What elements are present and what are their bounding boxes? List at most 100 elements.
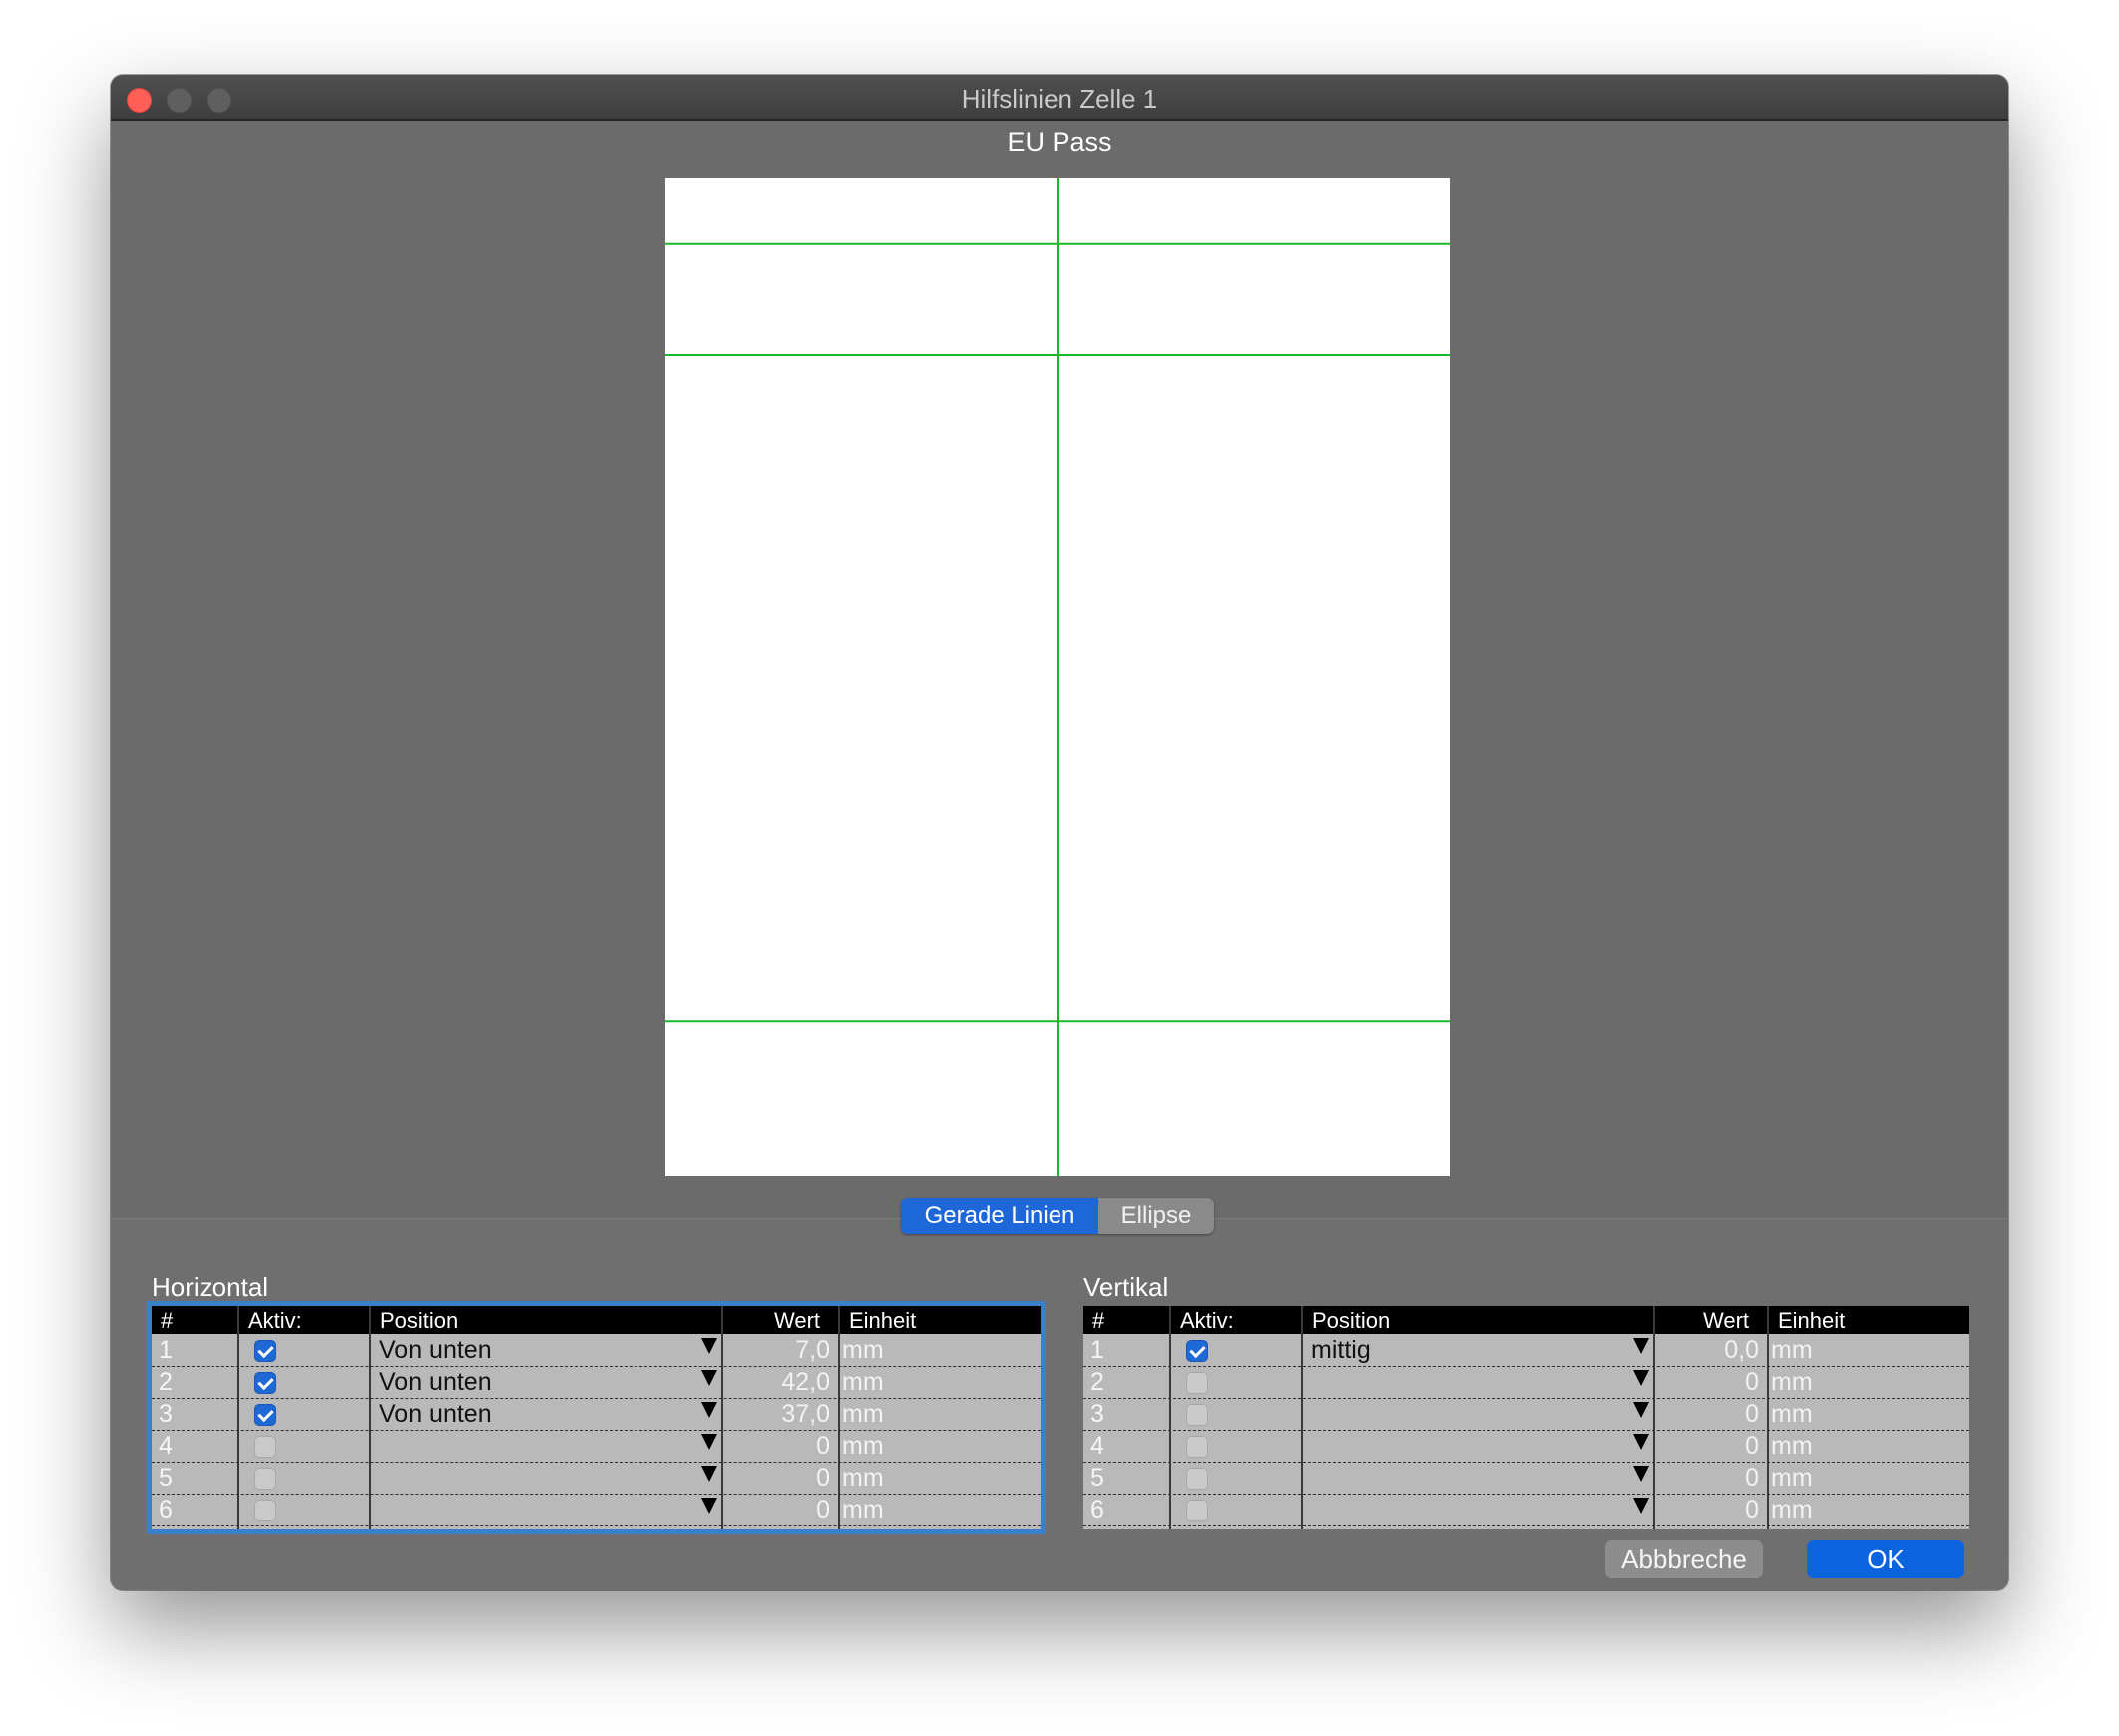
dropdown-arrow-icon[interactable] (1633, 1498, 1649, 1514)
value-field[interactable]: 0 (730, 1495, 830, 1525)
guides-dialog-window: Hilfslinien Zelle 1 EU Pass Gerade Linie… (111, 75, 2008, 1590)
col-header-active: Aktiv: (248, 1308, 302, 1333)
unit-label: mm (1771, 1400, 1813, 1428)
preset-name: EU Pass (1007, 127, 1112, 157)
col-header-unit: Einheit (849, 1308, 917, 1333)
active-checkbox[interactable] (254, 1340, 276, 1362)
row-number: 1 (159, 1336, 173, 1364)
vertical-section-label: Vertikal (1083, 1272, 1169, 1302)
col-header-active: Aktiv: (1180, 1308, 1234, 1333)
active-checkbox[interactable] (254, 1468, 276, 1490)
row-number: 4 (1090, 1432, 1104, 1460)
table-row[interactable]: 2 0 mm (1083, 1366, 1969, 1399)
table-header: # Aktiv: Position Wert Einheit (152, 1306, 1041, 1334)
ok-button[interactable]: OK (1807, 1540, 1964, 1578)
tab-ellipse[interactable]: Ellipse (1098, 1198, 1214, 1234)
row-number: 5 (159, 1464, 173, 1492)
table-row[interactable]: 4 0 mm (152, 1430, 1041, 1463)
table-row[interactable]: 6 0 mm (152, 1494, 1041, 1526)
col-header-position: Position (380, 1308, 459, 1333)
position-select[interactable]: Von unten (379, 1399, 492, 1430)
value-field[interactable]: 0 (730, 1431, 830, 1462)
active-checkbox[interactable] (254, 1436, 276, 1458)
table-row[interactable]: 2 Von unten 42,0 mm (152, 1366, 1041, 1399)
unit-label: mm (1771, 1368, 1813, 1396)
col-header-number: # (1092, 1308, 1105, 1333)
active-checkbox[interactable] (254, 1500, 276, 1521)
dropdown-arrow-icon[interactable] (1633, 1466, 1649, 1482)
unit-label: mm (842, 1400, 884, 1428)
table-row[interactable]: 3 0 mm (1083, 1398, 1969, 1431)
row-number: 2 (159, 1368, 173, 1396)
active-checkbox[interactable] (1186, 1500, 1208, 1521)
active-checkbox[interactable] (1186, 1468, 1208, 1490)
guide-preview-canvas (665, 178, 1450, 1176)
dropdown-arrow-icon[interactable] (701, 1434, 717, 1450)
window-title: Hilfslinien Zelle 1 (961, 84, 1158, 114)
table-row[interactable]: 5 0 mm (152, 1462, 1041, 1495)
dropdown-arrow-icon[interactable] (1633, 1338, 1649, 1354)
row-number: 1 (1090, 1336, 1104, 1364)
horizontal-guides-table[interactable]: # Aktiv: Position Wert Einheit 1 Von unte… (152, 1306, 1041, 1529)
value-field[interactable]: 0 (1662, 1463, 1759, 1494)
table-row[interactable]: 6 0 mm (1083, 1494, 1969, 1526)
dropdown-arrow-icon[interactable] (1633, 1402, 1649, 1418)
position-select[interactable]: mittig (1311, 1335, 1371, 1366)
table-row[interactable]: 5 0 mm (1083, 1462, 1969, 1495)
col-header-position: Position (1312, 1308, 1391, 1333)
dropdown-arrow-icon[interactable] (1633, 1370, 1649, 1386)
value-field[interactable]: 37,0 (730, 1399, 830, 1430)
vertical-guides-table[interactable]: # Aktiv: Position Wert Einheit 1 mittig 0,… (1083, 1306, 1969, 1529)
unit-label: mm (1771, 1432, 1813, 1460)
row-number: 3 (1090, 1400, 1104, 1428)
table-row[interactable]: 1 mittig 0,0 mm (1083, 1334, 1969, 1367)
value-field[interactable]: 0 (1662, 1399, 1759, 1430)
value-field[interactable]: 0 (730, 1463, 830, 1494)
table-row[interactable]: 4 0 mm (1083, 1430, 1969, 1463)
row-number: 6 (159, 1496, 173, 1523)
tab-gerade-linien[interactable]: Gerade Linien (901, 1198, 1098, 1234)
row-number: 4 (159, 1432, 173, 1460)
active-checkbox[interactable] (1186, 1404, 1208, 1426)
col-header-value: Wert (774, 1308, 821, 1333)
active-checkbox[interactable] (254, 1372, 276, 1394)
unit-label: mm (1771, 1336, 1813, 1364)
value-field[interactable]: 0 (1662, 1367, 1759, 1398)
row-number: 6 (1090, 1496, 1104, 1523)
row-number: 3 (159, 1400, 173, 1428)
dropdown-arrow-icon[interactable] (701, 1466, 717, 1482)
table-row[interactable]: 3 Von unten 37,0 mm (152, 1398, 1041, 1431)
cancel-button[interactable]: Abbbreche (1605, 1540, 1763, 1578)
dropdown-arrow-icon[interactable] (1633, 1434, 1649, 1450)
active-checkbox[interactable] (1186, 1340, 1208, 1362)
row-number: 5 (1090, 1464, 1104, 1492)
dropdown-arrow-icon[interactable] (701, 1370, 717, 1386)
value-field[interactable]: 0 (1662, 1495, 1759, 1525)
table-header: # Aktiv: Position Wert Einheit (1083, 1306, 1969, 1334)
value-field[interactable]: 0 (1662, 1431, 1759, 1462)
col-header-value: Wert (1703, 1308, 1750, 1333)
horizontal-section-label: Horizontal (152, 1272, 269, 1302)
unit-label: mm (842, 1336, 884, 1364)
dropdown-arrow-icon[interactable] (701, 1498, 717, 1514)
active-checkbox[interactable] (1186, 1436, 1208, 1458)
col-header-unit: Einheit (1778, 1308, 1846, 1333)
dropdown-arrow-icon[interactable] (701, 1402, 717, 1418)
unit-label: mm (842, 1464, 884, 1492)
unit-label: mm (842, 1368, 884, 1396)
value-field[interactable]: 0,0 (1662, 1335, 1759, 1366)
guide-type-segmented-control: Gerade Linien Ellipse (901, 1198, 1214, 1234)
unit-label: mm (842, 1496, 884, 1523)
dropdown-arrow-icon[interactable] (701, 1338, 717, 1354)
value-field[interactable]: 7,0 (730, 1335, 830, 1366)
value-field[interactable]: 42,0 (730, 1367, 830, 1398)
title-bar[interactable]: Hilfslinien Zelle 1 (111, 75, 2008, 121)
active-checkbox[interactable] (1186, 1372, 1208, 1394)
position-select[interactable]: Von unten (379, 1335, 492, 1366)
table-row[interactable]: 1 Von unten 7,0 mm (152, 1334, 1041, 1367)
active-checkbox[interactable] (254, 1404, 276, 1426)
position-select[interactable]: Von unten (379, 1367, 492, 1398)
guide-preview-svg (665, 178, 1450, 1176)
col-header-number: # (161, 1308, 174, 1333)
unit-label: mm (842, 1432, 884, 1460)
